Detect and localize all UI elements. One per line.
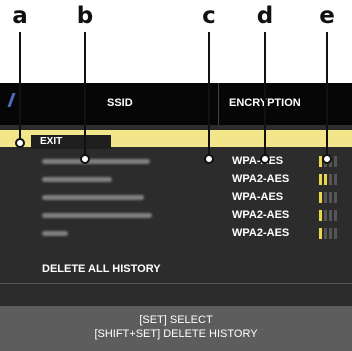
signal-bar bbox=[334, 210, 337, 221]
signal-bar bbox=[319, 210, 322, 221]
encryption-value: WPA-AES bbox=[232, 155, 284, 167]
signal-bar bbox=[324, 174, 327, 185]
signal-bar bbox=[324, 228, 327, 239]
signal-strength-icon bbox=[319, 192, 341, 203]
encryption-value: WPA2-AES bbox=[232, 173, 290, 185]
exit-label: EXIT bbox=[40, 136, 63, 147]
ssid-value-obscured bbox=[42, 159, 150, 164]
signal-bar bbox=[324, 210, 327, 221]
footer-select-hint: [SET] SELECT bbox=[139, 314, 213, 326]
key-guide-footer: [SET] SELECT [SHIFT+SET] DELETE HISTORY bbox=[0, 306, 352, 351]
header-divider bbox=[218, 83, 219, 125]
callout-e-leader bbox=[326, 32, 328, 158]
signal-bar bbox=[319, 192, 322, 203]
callout-b-leader bbox=[84, 32, 86, 158]
callout-b-pin bbox=[80, 154, 90, 164]
network-row[interactable]: WPA-AES bbox=[0, 153, 352, 171]
signal-bar bbox=[329, 228, 332, 239]
ssid-column-header: SSID bbox=[107, 97, 133, 109]
signal-strength-icon bbox=[319, 210, 341, 221]
signal-bar bbox=[329, 210, 332, 221]
signal-bar bbox=[334, 192, 337, 203]
callout-d: d bbox=[256, 3, 274, 29]
scroll-marker-icon bbox=[7, 93, 24, 107]
callout-c: c bbox=[202, 3, 216, 29]
signal-bar bbox=[319, 174, 322, 185]
list-header: SSID ENCRYPTION bbox=[0, 83, 352, 125]
network-row[interactable]: WPA2-AES bbox=[0, 171, 352, 189]
signal-bar bbox=[334, 156, 337, 167]
ssid-value-obscured bbox=[42, 177, 112, 182]
callout-a: a bbox=[12, 3, 28, 29]
wlan-history-screen: SSID ENCRYPTION EXIT WPA-AES WPA2-AES WP… bbox=[0, 83, 352, 351]
encryption-value: WPA2-AES bbox=[232, 209, 290, 221]
network-row[interactable]: WPA2-AES bbox=[0, 207, 352, 225]
encryption-value: WPA2-AES bbox=[232, 227, 290, 239]
network-row[interactable]: WPA-AES bbox=[0, 189, 352, 207]
callout-d-pin bbox=[260, 154, 270, 164]
callout-c-leader bbox=[208, 32, 210, 158]
ssid-value-obscured bbox=[42, 231, 68, 236]
signal-bar bbox=[334, 228, 337, 239]
footer-delete-hint: [SHIFT+SET] DELETE HISTORY bbox=[94, 328, 258, 340]
callout-a-leader bbox=[19, 32, 21, 142]
callout-b: b bbox=[76, 3, 94, 29]
encryption-value: WPA-AES bbox=[232, 191, 284, 203]
signal-bar bbox=[319, 228, 322, 239]
callout-a-pin bbox=[15, 138, 25, 148]
callout-d-leader bbox=[264, 32, 266, 158]
callout-e: e bbox=[319, 3, 335, 29]
callout-e-pin bbox=[322, 154, 332, 164]
ssid-value-obscured bbox=[42, 213, 152, 218]
signal-bar bbox=[334, 174, 337, 185]
callout-c-pin bbox=[204, 154, 214, 164]
list-separator bbox=[0, 283, 352, 284]
signal-bar bbox=[324, 192, 327, 203]
network-row[interactable]: WPA2-AES bbox=[0, 225, 352, 243]
ssid-value-obscured bbox=[42, 195, 144, 200]
signal-bar bbox=[329, 174, 332, 185]
signal-strength-icon bbox=[319, 174, 341, 185]
signal-strength-icon bbox=[319, 228, 341, 239]
delete-all-history-item[interactable]: DELETE ALL HISTORY bbox=[42, 263, 161, 275]
signal-bar bbox=[329, 192, 332, 203]
